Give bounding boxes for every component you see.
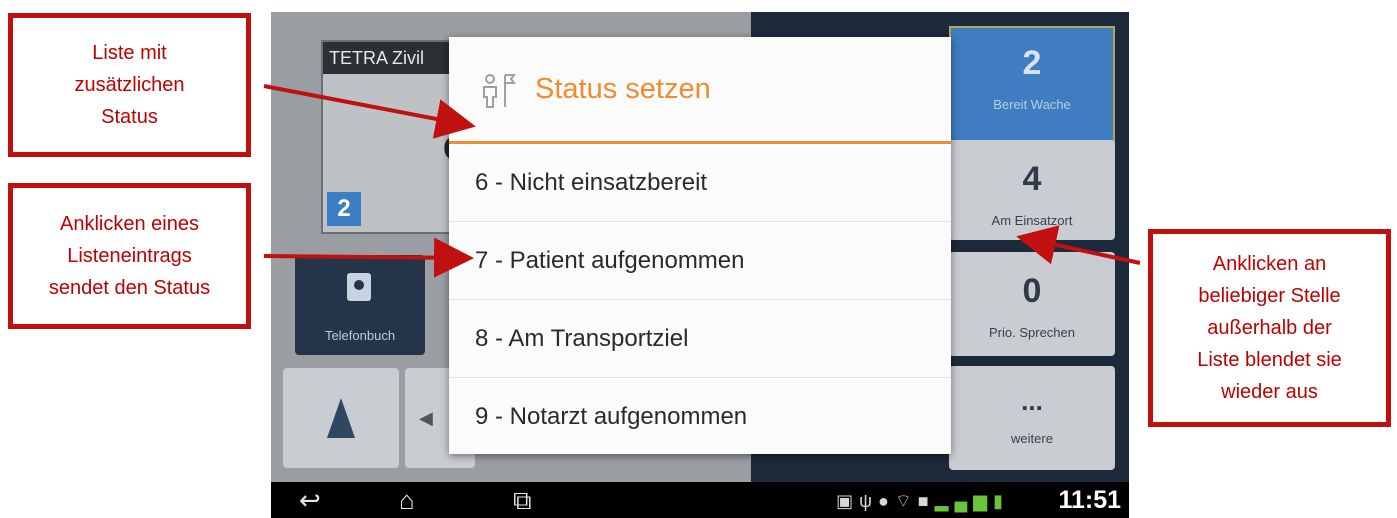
- callout-line: Liste mit: [92, 42, 167, 64]
- callout-line: zusätzlichen: [74, 74, 185, 96]
- status-tile-prio-sprechen[interactable]: 0 Prio. Sprechen: [949, 252, 1115, 356]
- status-tile-number: 0: [1022, 272, 1042, 310]
- tetra-status-badge: 2: [327, 192, 361, 226]
- clock: 11:51: [1058, 486, 1121, 514]
- status-list-item[interactable]: 8 - Am Transportziel: [449, 300, 951, 378]
- callout-click-outside: Anklicken an beliebiger Stelle außerhalb…: [1148, 229, 1391, 427]
- dialog-title: Status setzen: [535, 73, 711, 105]
- callout-line: Listeneintrags: [67, 245, 192, 267]
- status-tile-number: 4: [1022, 160, 1042, 198]
- image-icon: ▣: [836, 491, 860, 511]
- signal-icon: ▂▄▆: [934, 491, 994, 511]
- callout-line: Anklicken an: [1212, 253, 1327, 275]
- callout-click-entry: Anklicken eines Listeneintrags sendet de…: [8, 183, 251, 329]
- status-tile-label: weitere: [1011, 431, 1053, 446]
- status-tile-label: Am Einsatzort: [991, 213, 1073, 228]
- battery-icon: ▮: [993, 491, 1009, 511]
- callout-line: sendet den Status: [48, 277, 211, 299]
- callout-line: Liste blendet sie: [1197, 349, 1342, 371]
- person-flag-icon: [483, 74, 516, 108]
- status-tile-number: 2: [1022, 44, 1042, 82]
- callout-line: Status: [101, 106, 158, 128]
- status-tile-bereit-wache[interactable]: 2 Bereit Wache: [949, 26, 1115, 146]
- status-tile-weitere[interactable]: ... weitere: [949, 366, 1115, 470]
- status-tile-am-einsatzort[interactable]: 4 Am Einsatzort: [949, 140, 1115, 240]
- dialog-header: Status setzen: [449, 37, 951, 141]
- android-icon: ●: [877, 491, 895, 511]
- navigation-tile[interactable]: [283, 368, 399, 468]
- navigation-arrow-icon: [327, 398, 355, 438]
- status-list-item[interactable]: 6 - Nicht einsatzbereit: [449, 144, 951, 222]
- recent-apps-icon[interactable]: ⧉: [513, 486, 532, 514]
- callout-list-info: Liste mit zusätzlichen Status: [8, 13, 251, 157]
- callout-line: beliebiger Stelle: [1198, 285, 1341, 307]
- phonebook-tile[interactable]: Telefonbuch: [295, 255, 425, 355]
- callout-line: außerhalb der: [1207, 317, 1332, 339]
- home-icon[interactable]: ⌂: [399, 486, 415, 514]
- status-list-item[interactable]: 7 - Patient aufgenommen: [449, 222, 951, 300]
- wifi-icon: ⌔: [894, 491, 918, 511]
- status-icons: ▣ψ●⌔■▂▄▆▮: [836, 490, 1009, 513]
- status-tile-label: Bereit Wache: [993, 97, 1071, 112]
- status-list-item[interactable]: 9 - Notarzt aufgenommen: [449, 378, 951, 456]
- back-icon[interactable]: ↩: [299, 486, 321, 514]
- status-tile-number: ...: [1021, 386, 1043, 416]
- callout-line: Anklicken eines: [60, 213, 199, 235]
- phonebook-icon: [347, 273, 371, 301]
- callout-line: wieder aus: [1221, 381, 1318, 403]
- speaker-icon: ◀: [419, 408, 433, 428]
- status-dialog: Status setzen 6 - Nicht einsatzbereit 7 …: [449, 37, 951, 454]
- phonebook-label: Telefonbuch: [324, 328, 396, 343]
- usb-icon: ψ: [859, 491, 878, 511]
- system-navigation-bar: ↩ ⌂ ⧉ ▣ψ●⌔■▂▄▆▮ 11:51: [271, 482, 1129, 518]
- car-icon: ■: [917, 491, 935, 511]
- status-tile-label: Prio. Sprechen: [989, 325, 1075, 340]
